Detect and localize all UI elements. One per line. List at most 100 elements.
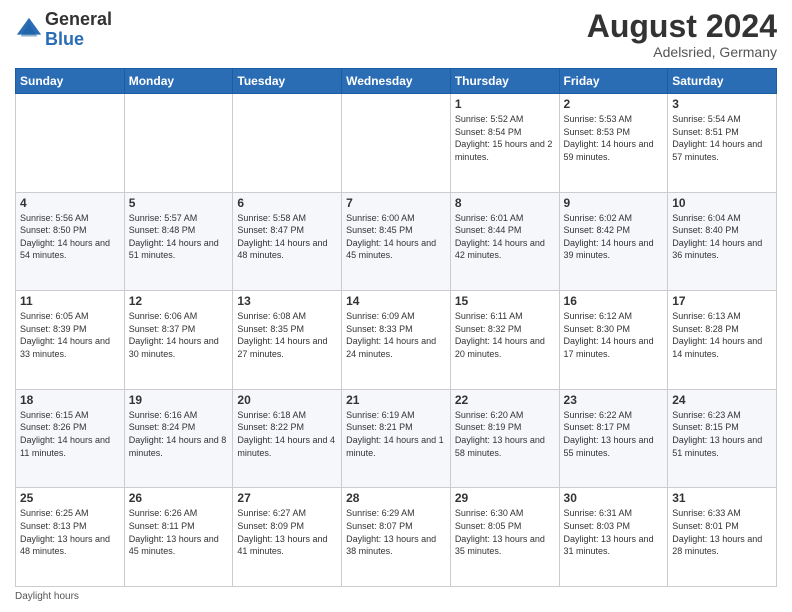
calendar-cell: 4 Sunrise: 5:56 AMSunset: 8:50 PMDaylight… xyxy=(16,192,125,291)
calendar-cell xyxy=(124,94,233,193)
calendar-cell: 18 Sunrise: 6:15 AMSunset: 8:26 PMDayligh… xyxy=(16,389,125,488)
calendar-cell: 21Sunrise: 6:19 AMSunset: 8:21 PMDayligh… xyxy=(342,389,451,488)
calendar-cell: 15Sunrise: 6:11 AMSunset: 8:32 PMDayligh… xyxy=(450,291,559,390)
location: Adelsried, Germany xyxy=(587,44,777,60)
calendar-cell: 20 Sunrise: 6:18 AMSunset: 8:22 PMDayligh… xyxy=(233,389,342,488)
calendar-cell: 30 Sunrise: 6:31 AMSunset: 8:03 PMDayligh… xyxy=(559,488,668,587)
calendar-cell: 14 Sunrise: 6:09 AMSunset: 8:33 PMDayligh… xyxy=(342,291,451,390)
day-header-tuesday: Tuesday xyxy=(233,69,342,94)
page: General Blue August 2024 Adelsried, Germ… xyxy=(0,0,792,612)
calendar-cell: 9 Sunrise: 6:02 AMSunset: 8:42 PMDaylight… xyxy=(559,192,668,291)
day-number: 1 xyxy=(455,97,555,111)
day-info: Sunrise: 6:00 AMSunset: 8:45 PMDaylight:… xyxy=(346,212,446,262)
day-info: Sunrise: 6:29 AMSunset: 8:07 PMDaylight:… xyxy=(346,507,446,557)
day-number: 13 xyxy=(237,294,337,308)
day-number: 8 xyxy=(455,196,555,210)
calendar-cell: 3 Sunrise: 5:54 AMSunset: 8:51 PMDaylight… xyxy=(668,94,777,193)
calendar-week-2: 4 Sunrise: 5:56 AMSunset: 8:50 PMDaylight… xyxy=(16,192,777,291)
day-header-sunday: Sunday xyxy=(16,69,125,94)
day-info: Sunrise: 6:04 AMSunset: 8:40 PMDaylight:… xyxy=(672,212,772,262)
calendar-cell: 10Sunrise: 6:04 AMSunset: 8:40 PMDayligh… xyxy=(668,192,777,291)
month-year: August 2024 xyxy=(587,10,777,42)
day-info: Sunrise: 6:20 AMSunset: 8:19 PMDaylight:… xyxy=(455,409,555,459)
day-info: Sunrise: 6:23 AMSunset: 8:15 PMDaylight:… xyxy=(672,409,772,459)
calendar-cell: 12Sunrise: 6:06 AMSunset: 8:37 PMDayligh… xyxy=(124,291,233,390)
day-info: Sunrise: 6:05 AMSunset: 8:39 PMDaylight:… xyxy=(20,310,120,360)
header: General Blue August 2024 Adelsried, Germ… xyxy=(15,10,777,60)
day-header-wednesday: Wednesday xyxy=(342,69,451,94)
logo-icon xyxy=(15,16,43,44)
day-header-thursday: Thursday xyxy=(450,69,559,94)
day-info: Sunrise: 6:30 AMSunset: 8:05 PMDaylight:… xyxy=(455,507,555,557)
day-info: Sunrise: 6:31 AMSunset: 8:03 PMDaylight:… xyxy=(564,507,664,557)
day-info: Sunrise: 6:15 AMSunset: 8:26 PMDaylight:… xyxy=(20,409,120,459)
day-info: Sunrise: 5:56 AMSunset: 8:50 PMDaylight:… xyxy=(20,212,120,262)
calendar-week-5: 25 Sunrise: 6:25 AMSunset: 8:13 PMDayligh… xyxy=(16,488,777,587)
day-number: 31 xyxy=(672,491,772,505)
calendar-cell: 23Sunrise: 6:22 AMSunset: 8:17 PMDayligh… xyxy=(559,389,668,488)
day-info: Sunrise: 6:25 AMSunset: 8:13 PMDaylight:… xyxy=(20,507,120,557)
calendar-cell xyxy=(16,94,125,193)
calendar-week-3: 11Sunrise: 6:05 AMSunset: 8:39 PMDayligh… xyxy=(16,291,777,390)
day-number: 22 xyxy=(455,393,555,407)
day-info: Sunrise: 5:53 AMSunset: 8:53 PMDaylight:… xyxy=(564,113,664,163)
calendar-cell: 24Sunrise: 6:23 AMSunset: 8:15 PMDayligh… xyxy=(668,389,777,488)
calendar-cell: 6 Sunrise: 5:58 AMSunset: 8:47 PMDaylight… xyxy=(233,192,342,291)
day-info: Sunrise: 6:12 AMSunset: 8:30 PMDaylight:… xyxy=(564,310,664,360)
day-header-friday: Friday xyxy=(559,69,668,94)
calendar-cell: 11Sunrise: 6:05 AMSunset: 8:39 PMDayligh… xyxy=(16,291,125,390)
calendar-cell xyxy=(233,94,342,193)
day-info: Sunrise: 6:22 AMSunset: 8:17 PMDaylight:… xyxy=(564,409,664,459)
day-number: 5 xyxy=(129,196,229,210)
calendar-table: SundayMondayTuesdayWednesdayThursdayFrid… xyxy=(15,68,777,587)
calendar-cell: 31Sunrise: 6:33 AMSunset: 8:01 PMDayligh… xyxy=(668,488,777,587)
day-number: 4 xyxy=(20,196,120,210)
day-info: Sunrise: 6:01 AMSunset: 8:44 PMDaylight:… xyxy=(455,212,555,262)
calendar-cell xyxy=(342,94,451,193)
day-info: Sunrise: 6:26 AMSunset: 8:11 PMDaylight:… xyxy=(129,507,229,557)
day-number: 6 xyxy=(237,196,337,210)
day-number: 3 xyxy=(672,97,772,111)
day-header-saturday: Saturday xyxy=(668,69,777,94)
day-info: Sunrise: 5:54 AMSunset: 8:51 PMDaylight:… xyxy=(672,113,772,163)
day-info: Sunrise: 6:16 AMSunset: 8:24 PMDaylight:… xyxy=(129,409,229,459)
day-info: Sunrise: 5:57 AMSunset: 8:48 PMDaylight:… xyxy=(129,212,229,262)
calendar-cell: 16 Sunrise: 6:12 AMSunset: 8:30 PMDayligh… xyxy=(559,291,668,390)
logo-blue-text: Blue xyxy=(45,30,112,50)
day-info: Sunrise: 5:52 AMSunset: 8:54 PMDaylight:… xyxy=(455,113,555,163)
logo: General Blue xyxy=(15,10,112,50)
calendar-cell: 7Sunrise: 6:00 AMSunset: 8:45 PMDaylight… xyxy=(342,192,451,291)
calendar-cell: 8 Sunrise: 6:01 AMSunset: 8:44 PMDaylight… xyxy=(450,192,559,291)
day-info: Sunrise: 5:58 AMSunset: 8:47 PMDaylight:… xyxy=(237,212,337,262)
calendar-cell: 1 Sunrise: 5:52 AMSunset: 8:54 PMDaylight… xyxy=(450,94,559,193)
day-info: Sunrise: 6:13 AMSunset: 8:28 PMDaylight:… xyxy=(672,310,772,360)
day-header-monday: Monday xyxy=(124,69,233,94)
day-number: 30 xyxy=(564,491,664,505)
day-number: 12 xyxy=(129,294,229,308)
calendar-cell: 13 Sunrise: 6:08 AMSunset: 8:35 PMDayligh… xyxy=(233,291,342,390)
logo-text: General Blue xyxy=(45,10,112,50)
title-area: August 2024 Adelsried, Germany xyxy=(587,10,777,60)
day-number: 9 xyxy=(564,196,664,210)
day-number: 27 xyxy=(237,491,337,505)
day-number: 20 xyxy=(237,393,337,407)
calendar-cell: 29Sunrise: 6:30 AMSunset: 8:05 PMDayligh… xyxy=(450,488,559,587)
day-number: 2 xyxy=(564,97,664,111)
calendar-cell: 25 Sunrise: 6:25 AMSunset: 8:13 PMDayligh… xyxy=(16,488,125,587)
day-info: Sunrise: 6:08 AMSunset: 8:35 PMDaylight:… xyxy=(237,310,337,360)
day-number: 18 xyxy=(20,393,120,407)
day-number: 25 xyxy=(20,491,120,505)
day-number: 16 xyxy=(564,294,664,308)
calendar-cell: 26Sunrise: 6:26 AMSunset: 8:11 PMDayligh… xyxy=(124,488,233,587)
day-info: Sunrise: 6:27 AMSunset: 8:09 PMDaylight:… xyxy=(237,507,337,557)
day-info: Sunrise: 6:19 AMSunset: 8:21 PMDaylight:… xyxy=(346,409,446,459)
day-number: 14 xyxy=(346,294,446,308)
day-number: 28 xyxy=(346,491,446,505)
calendar-cell: 27 Sunrise: 6:27 AMSunset: 8:09 PMDayligh… xyxy=(233,488,342,587)
calendar-week-1: 1 Sunrise: 5:52 AMSunset: 8:54 PMDaylight… xyxy=(16,94,777,193)
calendar-cell: 22 Sunrise: 6:20 AMSunset: 8:19 PMDayligh… xyxy=(450,389,559,488)
day-info: Sunrise: 6:18 AMSunset: 8:22 PMDaylight:… xyxy=(237,409,337,459)
day-info: Sunrise: 6:09 AMSunset: 8:33 PMDaylight:… xyxy=(346,310,446,360)
day-info: Sunrise: 6:02 AMSunset: 8:42 PMDaylight:… xyxy=(564,212,664,262)
day-number: 15 xyxy=(455,294,555,308)
